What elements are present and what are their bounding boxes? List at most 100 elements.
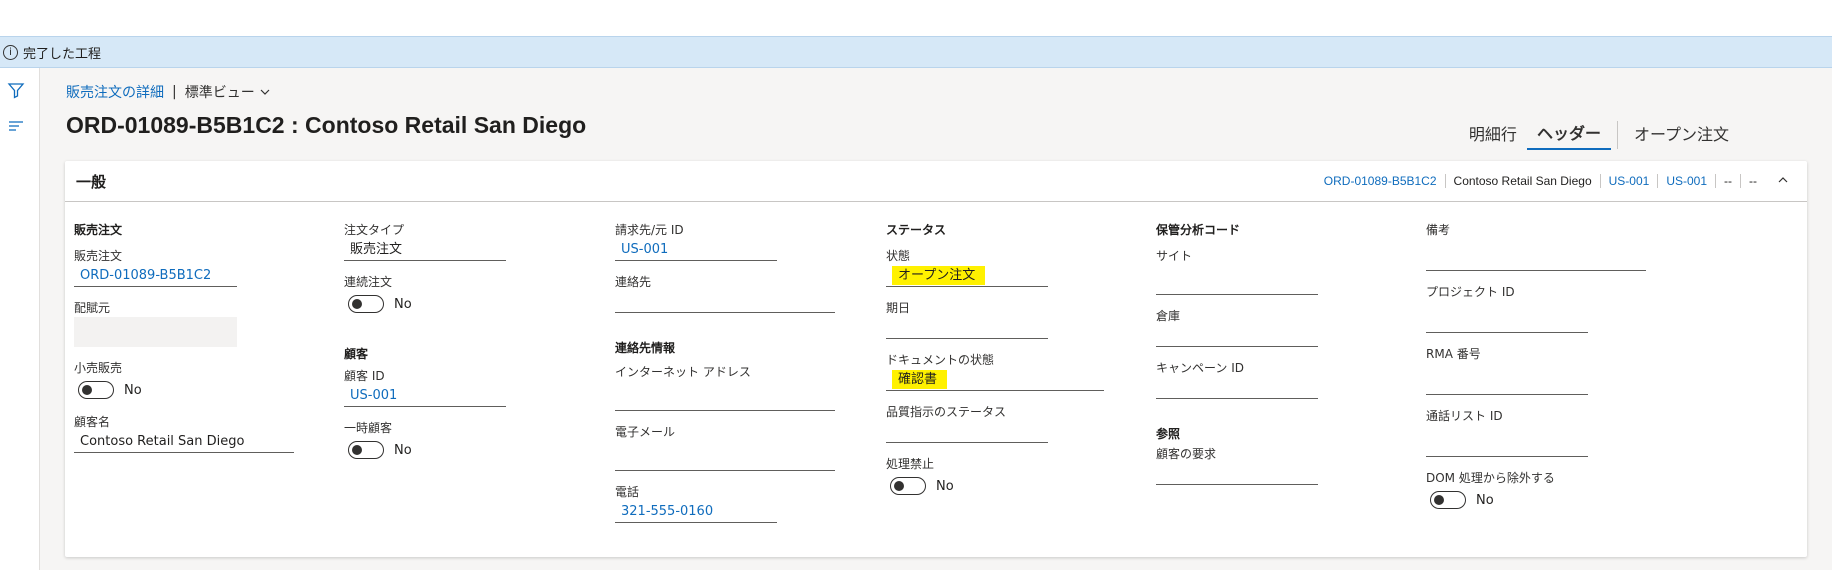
- dom-exclude-toggle[interactable]: No: [1426, 489, 1646, 511]
- quality-status-field[interactable]: [886, 421, 1048, 443]
- field-label: 請求先/元 ID: [615, 223, 684, 237]
- field-label: 顧客名: [74, 415, 111, 429]
- group-heading: 連絡先情報: [615, 341, 676, 355]
- summary-value: --: [1715, 174, 1740, 188]
- summary-customer-name: Contoso Retail San Diego: [1444, 174, 1600, 188]
- column-customer: 注文タイプ 販売注文 連続注文 No 顧客 顧客 ID US-001 一時顧客 …: [344, 221, 506, 473]
- customer-id-field[interactable]: US-001: [344, 385, 506, 407]
- field-label: 顧客の要求: [1156, 447, 1217, 461]
- group-heading: ステータス: [886, 223, 947, 237]
- toggle-switch[interactable]: [348, 441, 384, 459]
- temporary-customer-toggle[interactable]: No: [344, 439, 506, 461]
- field-label: プロジェクト ID: [1426, 285, 1515, 299]
- notes-field[interactable]: [1426, 249, 1646, 271]
- list-icon[interactable]: [6, 116, 26, 136]
- summary-order-link[interactable]: ORD-01089-B5B1C2: [1316, 174, 1445, 188]
- tab-bar: 明細行 ヘッダー オープン注文: [1459, 120, 1739, 150]
- field-label: サイト: [1156, 249, 1193, 263]
- column-dimensions: 保管分析コード サイト 倉庫 キャンペーン ID 参照 顧客の要求: [1156, 221, 1318, 497]
- email-field[interactable]: [615, 449, 835, 471]
- toggle-switch[interactable]: [348, 295, 384, 313]
- main-area: 販売注文の詳細 | 標準ビュー ORD-01089-B5B1C2 : Conto…: [40, 68, 1832, 570]
- tab-divider: [1616, 121, 1618, 149]
- view-selector[interactable]: 標準ビュー: [185, 82, 271, 102]
- column-sales-order: 販売注文 販売注文 ORD-01089-B5B1C2 配賦元 小売販売 No 顧…: [74, 221, 294, 465]
- tab-header[interactable]: ヘッダー: [1526, 120, 1611, 150]
- group-heading: 顧客: [344, 347, 369, 361]
- toggle-switch[interactable]: [1430, 491, 1466, 509]
- field-label: 期日: [886, 301, 911, 315]
- info-bar: i 完了した工程: [0, 36, 1832, 68]
- field-label: 倉庫: [1156, 309, 1181, 323]
- field-label: DOM 処理から除外する: [1426, 471, 1555, 485]
- section-header[interactable]: 一般 ORD-01089-B5B1C2 Contoso Retail San D…: [65, 161, 1807, 202]
- tab-lines[interactable]: 明細行: [1459, 121, 1527, 149]
- breadcrumb-link[interactable]: 販売注文の詳細: [66, 82, 164, 102]
- field-label: インターネット アドレス: [615, 365, 751, 379]
- summary-customer-link[interactable]: US-001: [1599, 174, 1658, 188]
- page-title: ORD-01089-B5B1C2 : Contoso Retail San Di…: [66, 112, 587, 138]
- group-heading: 参照: [1156, 427, 1181, 441]
- field-label: 一時顧客: [344, 421, 393, 435]
- customer-requisition-field[interactable]: [1156, 463, 1318, 485]
- toggle-value: No: [394, 442, 412, 458]
- breadcrumb: 販売注文の詳細 | 標準ビュー: [66, 82, 271, 102]
- field-label: 電子メール: [615, 425, 676, 439]
- field-label: RMA 番号: [1426, 347, 1481, 361]
- continuous-toggle[interactable]: No: [344, 293, 506, 315]
- summary-value: --: [1740, 174, 1765, 188]
- field-label: 小売販売: [74, 361, 123, 375]
- collapse-icon[interactable]: [1765, 173, 1793, 189]
- chevron-down-icon: [260, 89, 270, 95]
- summary-billing-link[interactable]: US-001: [1657, 174, 1715, 188]
- campaign-id-field[interactable]: [1156, 377, 1318, 399]
- phone-field[interactable]: 321-555-0160: [615, 501, 777, 523]
- project-id-field[interactable]: [1426, 311, 1588, 333]
- state-field: オープン注文: [886, 265, 1048, 287]
- hold-toggle[interactable]: No: [886, 475, 1106, 497]
- field-label: 通話リスト ID: [1426, 409, 1503, 423]
- customer-name-field[interactable]: Contoso Retail San Diego: [74, 431, 294, 453]
- info-bar-text: 完了した工程: [23, 46, 102, 62]
- column-status: ステータス 状態 オープン注文 期日 ドキュメントの状態 確認書 品質指示のステ…: [886, 221, 1106, 509]
- field-label: 注文タイプ: [344, 223, 405, 237]
- field-label: 連続注文: [344, 275, 393, 289]
- field-label: ドキュメントの状態: [886, 353, 995, 367]
- due-date-field[interactable]: [886, 317, 1048, 339]
- order-type-field[interactable]: 販売注文: [344, 239, 506, 261]
- field-label: キャンペーン ID: [1156, 361, 1244, 375]
- field-label: 顧客 ID: [344, 369, 385, 383]
- internet-address-field[interactable]: [615, 389, 835, 411]
- rma-number-field[interactable]: [1426, 373, 1588, 395]
- billing-id-field[interactable]: US-001: [615, 239, 777, 261]
- document-state-value: 確認書: [892, 370, 948, 389]
- column-other: 備考 プロジェクト ID RMA 番号 通話リスト ID DOM 処理から除外す…: [1426, 221, 1646, 523]
- section-summary: ORD-01089-B5B1C2 Contoso Retail San Dieg…: [1316, 173, 1793, 189]
- distributor-field: [74, 317, 237, 347]
- contact-field[interactable]: [615, 291, 835, 313]
- section-title: 一般: [76, 172, 107, 191]
- group-heading: 販売注文: [74, 223, 123, 237]
- toggle-value: No: [1476, 492, 1494, 508]
- view-selector-label: 標準ビュー: [184, 85, 255, 101]
- document-state-field: 確認書: [886, 369, 1104, 391]
- retail-toggle[interactable]: No: [74, 379, 294, 401]
- field-label: 備考: [1426, 223, 1451, 237]
- filter-icon[interactable]: [6, 80, 26, 100]
- toggle-value: No: [394, 296, 412, 312]
- tab-open-orders[interactable]: オープン注文: [1624, 121, 1739, 149]
- sales-order-field[interactable]: ORD-01089-B5B1C2: [74, 265, 237, 287]
- field-label: 連絡先: [615, 275, 652, 289]
- call-list-id-field[interactable]: [1426, 435, 1588, 457]
- site-field[interactable]: [1156, 273, 1318, 295]
- toggle-switch[interactable]: [890, 477, 926, 495]
- breadcrumb-separator: |: [172, 84, 177, 100]
- left-rail: [0, 68, 40, 570]
- toggle-value: No: [936, 478, 954, 494]
- warehouse-field[interactable]: [1156, 325, 1318, 347]
- field-label: 品質指示のステータス: [886, 405, 1007, 419]
- field-label: 配賦元: [74, 301, 111, 315]
- field-label: 電話: [615, 485, 640, 499]
- info-icon: i: [3, 44, 18, 60]
- toggle-switch[interactable]: [78, 381, 114, 399]
